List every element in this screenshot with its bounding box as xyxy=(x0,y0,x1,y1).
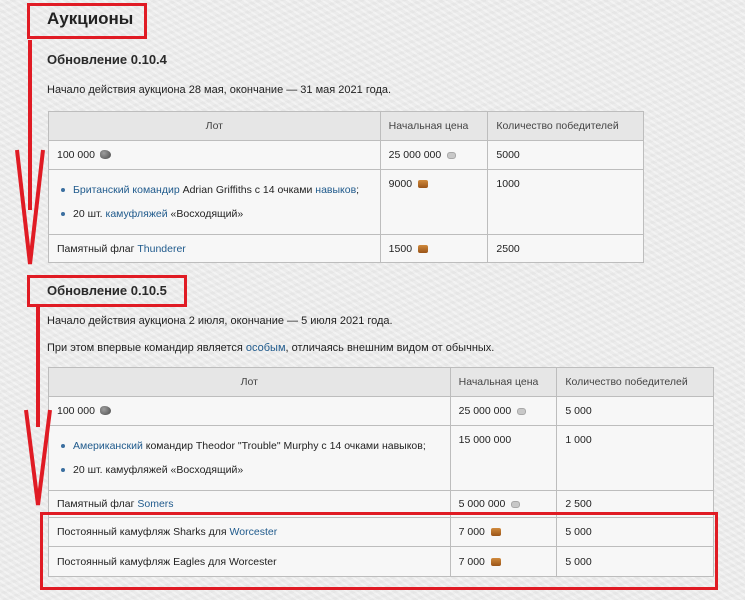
table-row: 100 000 25 000 000 5 000 xyxy=(48,396,714,426)
lot-text: 100 000 xyxy=(57,149,95,161)
lot-cell: Памятный флаг Thunderer xyxy=(48,234,381,263)
doubloon-icon xyxy=(418,180,429,188)
price-text: 25 000 000 xyxy=(458,405,512,417)
credit-icon xyxy=(511,501,521,508)
table-row: 100 000 25 000 000 5000 xyxy=(48,140,644,170)
annotation-arrow-2 xyxy=(24,409,52,506)
credit-icon xyxy=(517,408,527,415)
column-header-lot: Лот xyxy=(48,111,381,141)
list-item: Американский командир Theodor "Trouble" … xyxy=(57,434,442,458)
list-item: 20 шт. камуфляжей «Восходящий» xyxy=(57,458,442,482)
price-text: 25 000 000 xyxy=(388,149,442,161)
table-row: Памятный флаг Thunderer 1500 2500 xyxy=(48,234,644,263)
commander-text: Adrian Griffiths с 14 очками xyxy=(182,184,313,196)
column-header-winners: Количество победителей xyxy=(556,367,714,397)
winners-cell: 5 000 xyxy=(556,396,714,426)
camo-name: «Восходящий» xyxy=(170,208,244,220)
price-cell: 25 000 000 xyxy=(449,396,558,426)
thunderer-link[interactable]: Thunderer xyxy=(137,243,185,255)
coal-icon xyxy=(99,406,111,415)
winners-cell: 1000 xyxy=(487,169,644,235)
auction-table-0-10-4: Лот Начальная цена Количество победителе… xyxy=(48,111,644,263)
annotation-title-box xyxy=(27,3,147,39)
lot-list: Американский командир Theodor "Trouble" … xyxy=(57,434,442,482)
price-cell: 15 000 000 xyxy=(449,425,558,491)
lot-cell: 100 000 xyxy=(48,396,451,426)
somers-link[interactable]: Somers xyxy=(137,498,173,510)
special-commander-link[interactable]: особым xyxy=(246,342,286,354)
column-header-lot: Лот xyxy=(48,367,451,397)
annotation-line-2 xyxy=(36,307,40,427)
list-item: 20 шт. камуфляжей «Восходящий» xyxy=(57,202,372,226)
british-commander-link[interactable]: Британский командир xyxy=(73,184,180,196)
lot-text: Памятный флаг xyxy=(57,242,135,255)
column-header-price: Начальная цена xyxy=(379,111,489,141)
note-text: При этом впервые командир является xyxy=(47,342,243,354)
commander-text: командир Theodor "Trouble" Murphy с 14 о… xyxy=(145,440,426,452)
price-cell: 25 000 000 xyxy=(379,140,489,170)
punctuation: ; xyxy=(356,184,360,196)
note-text: , отличаясь внешним видом от обычных. xyxy=(285,342,495,354)
skills-link[interactable]: навыков xyxy=(315,184,356,196)
section1-intro: Начало действия аукциона 28 мая, окончан… xyxy=(47,84,392,96)
camo-text: 20 шт. камуфляжей «Восходящий» xyxy=(73,464,244,476)
winners-cell: 5000 xyxy=(487,140,644,170)
price-text: 5 000 000 xyxy=(458,498,506,510)
table-header-row: Лот Начальная цена Количество победителе… xyxy=(48,111,644,141)
price-text: 1500 xyxy=(388,242,413,255)
coal-icon xyxy=(99,150,111,159)
column-header-winners: Количество победителей xyxy=(487,111,644,141)
credit-icon xyxy=(447,152,457,159)
annotation-rows-box xyxy=(40,512,718,590)
camouflage-link[interactable]: камуфляжей xyxy=(106,208,168,220)
lot-list: Британский командир Adrian Griffiths с 1… xyxy=(57,178,372,226)
table-row: Британский командир Adrian Griffiths с 1… xyxy=(48,169,644,235)
american-link[interactable]: Американский xyxy=(73,440,143,452)
lot-text: Памятный флаг xyxy=(57,498,135,510)
annotation-heading-box xyxy=(27,275,187,307)
lot-cell: Американский командир Theodor "Trouble" … xyxy=(48,425,451,491)
table-header-row: Лот Начальная цена Количество победителе… xyxy=(48,367,714,397)
section2-intro: Начало действия аукциона 2 июля, окончан… xyxy=(47,315,393,327)
price-text: 9000 xyxy=(388,178,413,190)
annotation-arrow-1 xyxy=(15,149,45,265)
table-row: Американский командир Theodor "Trouble" … xyxy=(48,425,714,491)
winners-cell: 1 000 xyxy=(556,425,714,491)
column-header-price: Начальная цена xyxy=(449,367,558,397)
winners-cell: 2500 xyxy=(487,234,644,263)
price-cell: 9000 xyxy=(379,169,489,235)
price-cell: 1500 xyxy=(379,234,489,263)
lot-text: 100 000 xyxy=(57,405,95,417)
quantity-text: 20 шт. xyxy=(73,208,103,220)
section2-note: При этом впервые командир является особы… xyxy=(47,342,494,354)
list-item: Британский командир Adrian Griffiths с 1… xyxy=(57,178,372,202)
lot-cell: Британский командир Adrian Griffiths с 1… xyxy=(48,169,381,235)
section-heading-0-10-4: Обновление 0.10.4 xyxy=(47,52,167,67)
lot-cell: 100 000 xyxy=(48,140,381,170)
doubloon-icon xyxy=(418,244,429,253)
